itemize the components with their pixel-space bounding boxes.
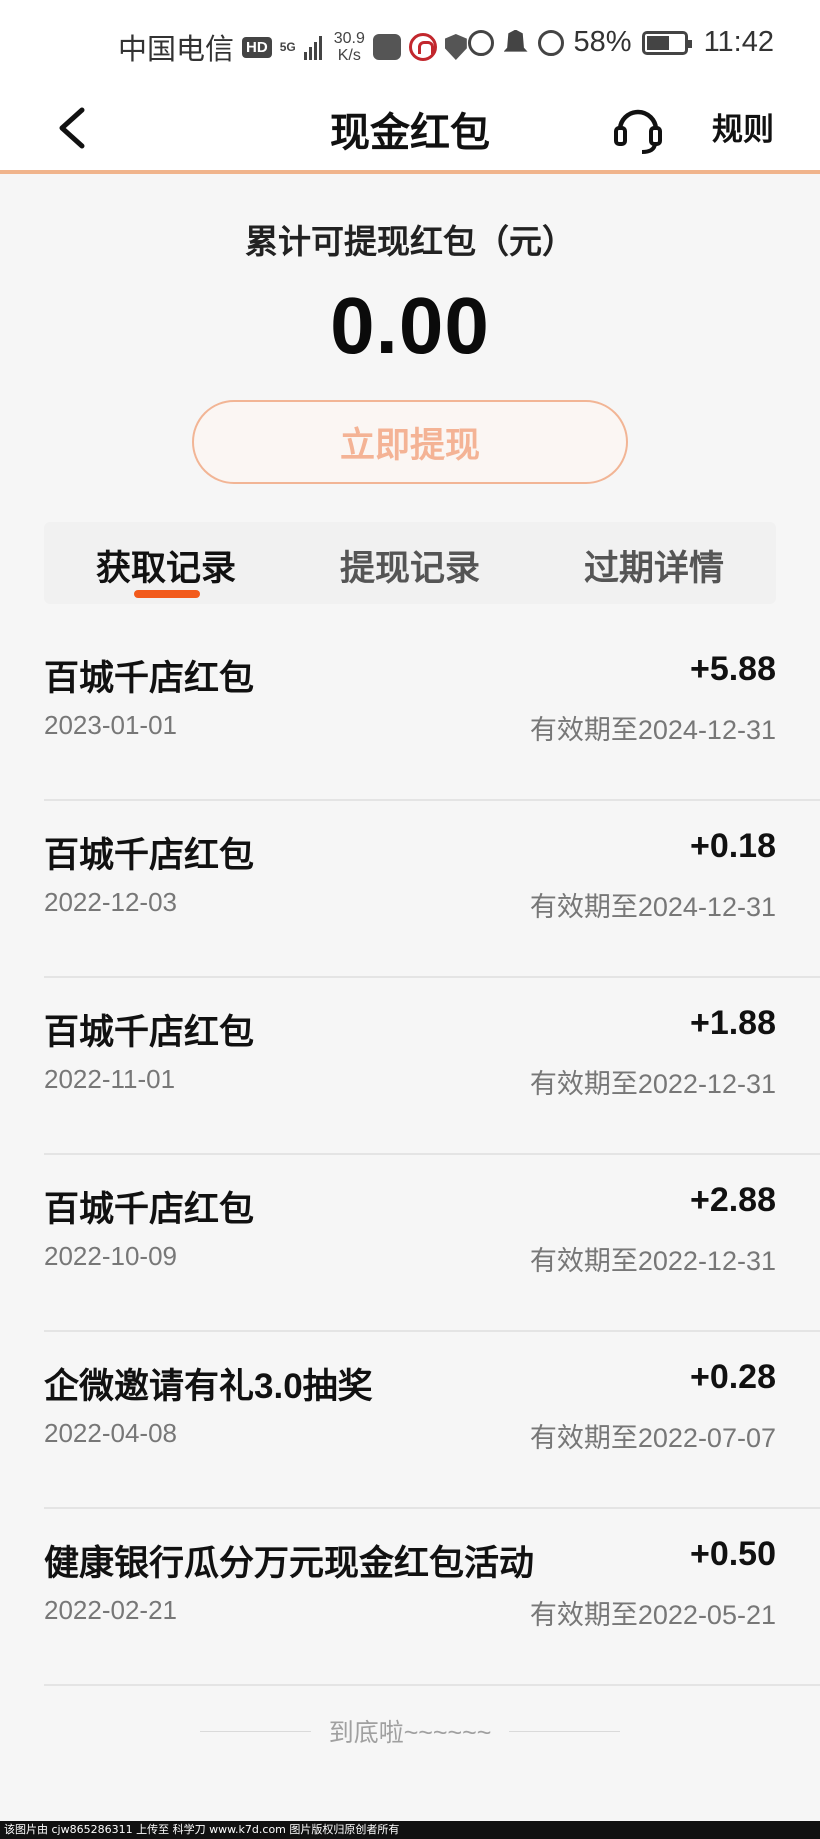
tab-withdraw-records[interactable]: 提现记录 — [310, 540, 510, 591]
signal-icon — [303, 34, 322, 60]
record-name: 百城千店红包 — [44, 836, 255, 875]
balance-label: 累计可提现红包（元） — [245, 223, 575, 260]
carrier-label: 中国电信 — [118, 34, 235, 66]
battery-percent: 58% — [573, 26, 632, 58]
network-type: 5G — [280, 41, 296, 53]
watermark-footer: 该图片由 cjw865286311 上传至 科学刀 www.k7d.com 图片… — [0, 1821, 820, 1839]
network-label: 5G — [279, 40, 296, 54]
record-amount: +5.88 — [689, 650, 776, 688]
mute-bell-icon — [503, 29, 528, 52]
divider — [200, 1730, 311, 1732]
headset-icon — [614, 109, 662, 154]
record-list: 百城千店红包 +5.88 2023-01-01 有效期至2024-12-31 百… — [0, 624, 820, 1686]
record-date: 2022-02-21 — [44, 1595, 177, 1625]
record-amount: +0.50 — [689, 1535, 776, 1573]
alarm-icon — [467, 29, 494, 56]
record-amount: +2.88 — [689, 1181, 776, 1219]
status-left: 中国电信 HD 5G 30.9 K/s — [118, 26, 467, 68]
list-item[interactable]: 百城千店红包 +2.88 2022-10-09 有效期至2022-12-31 — [44, 1155, 820, 1332]
list-item[interactable]: 百城千店红包 +5.88 2023-01-01 有效期至2024-12-31 — [44, 624, 820, 801]
record-name: 百城千店红包 — [44, 659, 255, 698]
balance-amount: 0.00 — [330, 281, 490, 370]
record-name: 企微邀请有礼3.0抽奖 — [44, 1367, 373, 1406]
customer-service-button[interactable] — [610, 100, 666, 156]
list-item[interactable]: 百城千店红包 +0.18 2022-12-03 有效期至2024-12-31 — [44, 801, 820, 978]
record-date: 2022-12-03 — [44, 887, 177, 917]
bank-logo-icon — [408, 33, 437, 61]
clock: 11:42 — [703, 26, 774, 58]
record-expiry: 有效期至2022-12-31 — [529, 1246, 776, 1276]
speed-gauge-icon — [537, 29, 564, 56]
shield-icon — [444, 34, 467, 60]
net-speed-value: 30.9 — [333, 30, 365, 47]
record-expiry: 有效期至2022-12-31 — [529, 1069, 776, 1099]
list-item[interactable]: 企微邀请有礼3.0抽奖 +0.28 2022-04-08 有效期至2022-07… — [44, 1332, 820, 1509]
net-speed: 30.9 K/s — [334, 30, 365, 64]
record-name: 百城千店红包 — [44, 1190, 255, 1229]
notification-app-icon — [372, 34, 401, 60]
hd-badge: HD — [242, 36, 272, 58]
divider — [509, 1730, 621, 1732]
record-name: 健康银行瓜分万元现金红包活动 — [44, 1544, 535, 1583]
withdraw-button[interactable]: 立即提现 — [192, 400, 628, 484]
page-header: 现金红包 规则 — [0, 88, 820, 174]
rules-link[interactable]: 规则 — [712, 104, 774, 149]
withdraw-button-label: 立即提现 — [339, 425, 480, 465]
end-of-list: 到底啦~~~~~~ — [200, 1716, 621, 1747]
record-amount: +1.88 — [689, 1004, 776, 1042]
list-item[interactable]: 健康银行瓜分万元现金红包活动 +0.50 2022-02-21 有效期至2022… — [44, 1509, 820, 1686]
back-arrow-icon — [59, 107, 85, 149]
record-amount: +0.28 — [689, 1358, 776, 1396]
net-speed-unit: K/s — [337, 47, 361, 64]
record-expiry: 有效期至2022-07-07 — [529, 1423, 776, 1453]
record-date: 2023-01-01 — [44, 710, 177, 740]
status-right: 58% 11:42 — [467, 26, 774, 59]
record-date: 2022-10-09 — [44, 1241, 177, 1271]
record-expiry: 有效期至2024-12-31 — [529, 715, 776, 745]
list-item[interactable]: 百城千店红包 +1.88 2022-11-01 有效期至2022-12-31 — [44, 978, 820, 1155]
active-tab-indicator — [134, 590, 200, 598]
record-name: 百城千店红包 — [44, 1013, 255, 1052]
record-tabs: 获取记录 提现记录 过期详情 — [44, 522, 776, 604]
status-bar: 中国电信 HD 5G 30.9 K/s 58% 11:42 — [0, 0, 820, 88]
page-title: 现金红包 — [330, 111, 490, 155]
end-of-list-text: 到底啦~~~~~~ — [328, 1719, 492, 1747]
record-date: 2022-11-01 — [44, 1064, 176, 1094]
record-amount: +0.18 — [689, 827, 776, 865]
battery-icon — [641, 30, 692, 55]
back-button[interactable] — [52, 102, 100, 154]
record-expiry: 有效期至2024-12-31 — [529, 892, 776, 922]
record-date: 2022-04-08 — [44, 1418, 177, 1448]
record-expiry: 有效期至2022-05-21 — [529, 1600, 776, 1630]
tab-obtain-records[interactable]: 获取记录 — [66, 540, 266, 591]
tab-expired-details[interactable]: 过期详情 — [554, 540, 754, 591]
